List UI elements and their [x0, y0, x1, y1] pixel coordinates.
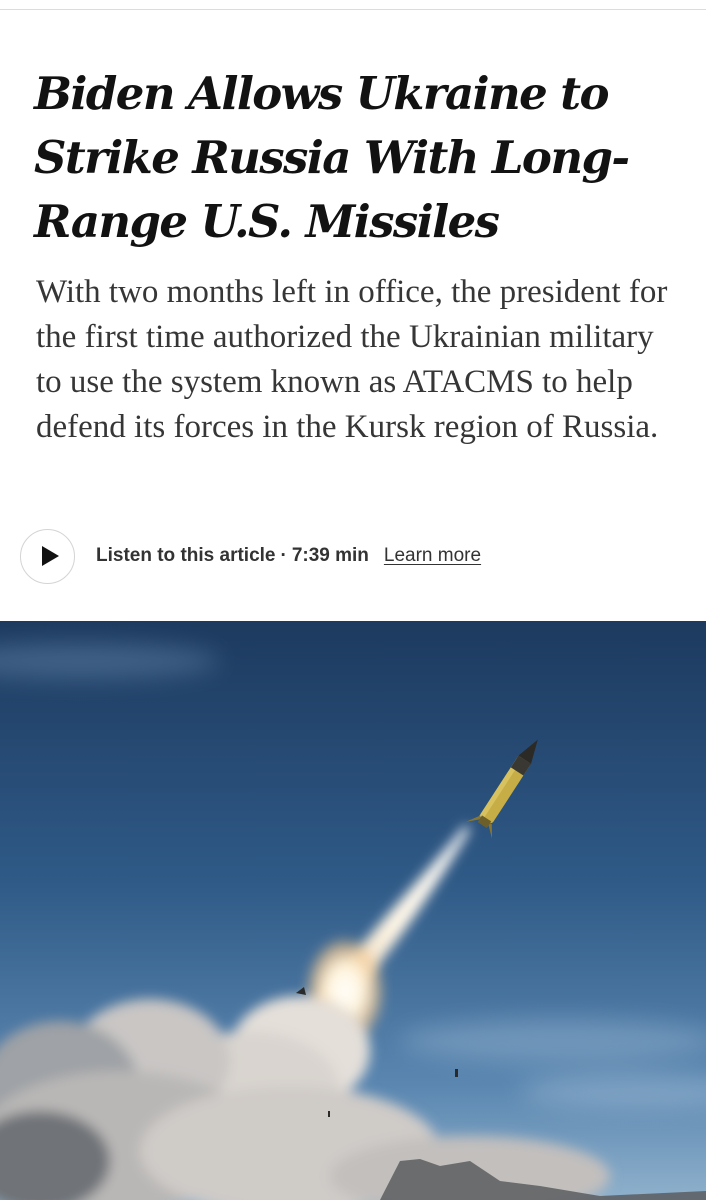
headline: Biden Allows Ukraine to Strike Russia Wi…	[34, 67, 630, 248]
photo-illustration	[0, 621, 706, 1200]
learn-more-link[interactable]: Learn more	[384, 545, 481, 567]
listen-duration: 7:39 min	[291, 545, 369, 566]
play-button[interactable]	[20, 528, 75, 584]
listen-separator: ·	[280, 545, 287, 566]
listen-label: Listen to this article	[96, 545, 276, 566]
missile-launch-photo	[0, 621, 706, 1200]
play-icon	[41, 546, 59, 566]
article-page: Biden Allows Ukraine to Strike Russia Wi…	[0, 0, 706, 1200]
listen-bar: Listen to this article · 7:39 min Learn …	[20, 526, 690, 586]
article-summary: With two months left in office, the pres…	[36, 274, 668, 445]
top-divider	[0, 0, 706, 10]
